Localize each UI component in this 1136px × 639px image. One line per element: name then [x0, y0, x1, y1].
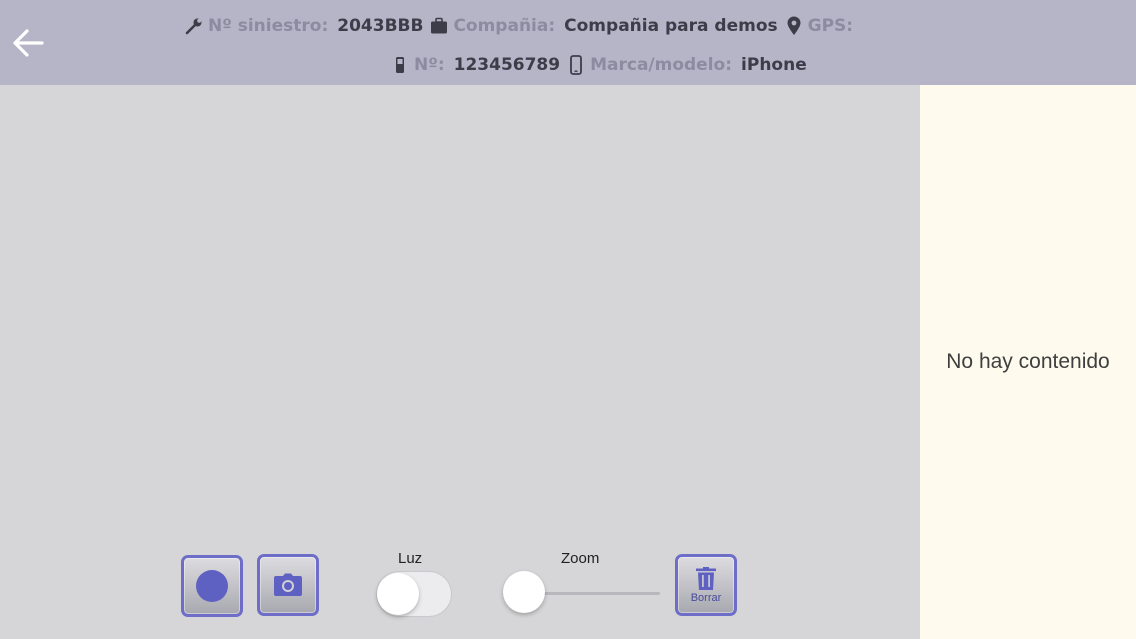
compania-label: Compañia:	[453, 16, 556, 36]
wrench-icon	[184, 16, 204, 36]
delete-button[interactable]: Borrar	[675, 554, 737, 616]
top-bar: Nº siniestro: 2043BBB Compañia: Compañia…	[0, 0, 1136, 85]
zoom-label: Zoom	[561, 550, 600, 567]
luz-toggle[interactable]	[376, 571, 452, 617]
briefcase-icon	[429, 16, 449, 36]
media-panel: No hay contenido	[920, 85, 1136, 639]
numero-label: Nº:	[414, 55, 445, 75]
trash-icon	[696, 566, 716, 590]
delete-label: Borrar	[690, 591, 722, 604]
marca-label: Marca/modelo:	[590, 55, 733, 75]
marca-value: iPhone	[741, 55, 807, 75]
siniestro-label: Nº siniestro:	[208, 16, 329, 36]
camera-preview[interactable]	[0, 85, 920, 639]
zoom-slider[interactable]	[503, 571, 660, 615]
header-info-row-1: Nº siniestro: 2043BBB Compañia: Compañia…	[184, 12, 868, 40]
back-button[interactable]	[8, 24, 48, 62]
numero-value: 123456789	[453, 55, 561, 75]
take-photo-button[interactable]	[257, 554, 319, 616]
camera-icon	[274, 573, 302, 596]
siniestro-value: 2043BBB	[337, 16, 424, 36]
record-dot-icon	[196, 570, 228, 602]
gps-label: GPS:	[807, 16, 854, 36]
luz-label: Luz	[398, 550, 423, 567]
smartphone-icon	[566, 55, 586, 75]
header-info-row-2: Nº: 123456789 Marca/modelo: iPhone	[390, 51, 813, 79]
zoom-slider-thumb[interactable]	[503, 571, 545, 613]
luz-toggle-knob	[377, 573, 419, 615]
map-pin-icon	[784, 16, 804, 36]
mobile-phone-icon	[390, 55, 410, 75]
compania-value: Compañia para demos	[564, 16, 778, 36]
empty-message: No hay contenido	[946, 350, 1110, 373]
record-button[interactable]	[181, 555, 243, 617]
arrow-left-icon	[13, 29, 44, 57]
